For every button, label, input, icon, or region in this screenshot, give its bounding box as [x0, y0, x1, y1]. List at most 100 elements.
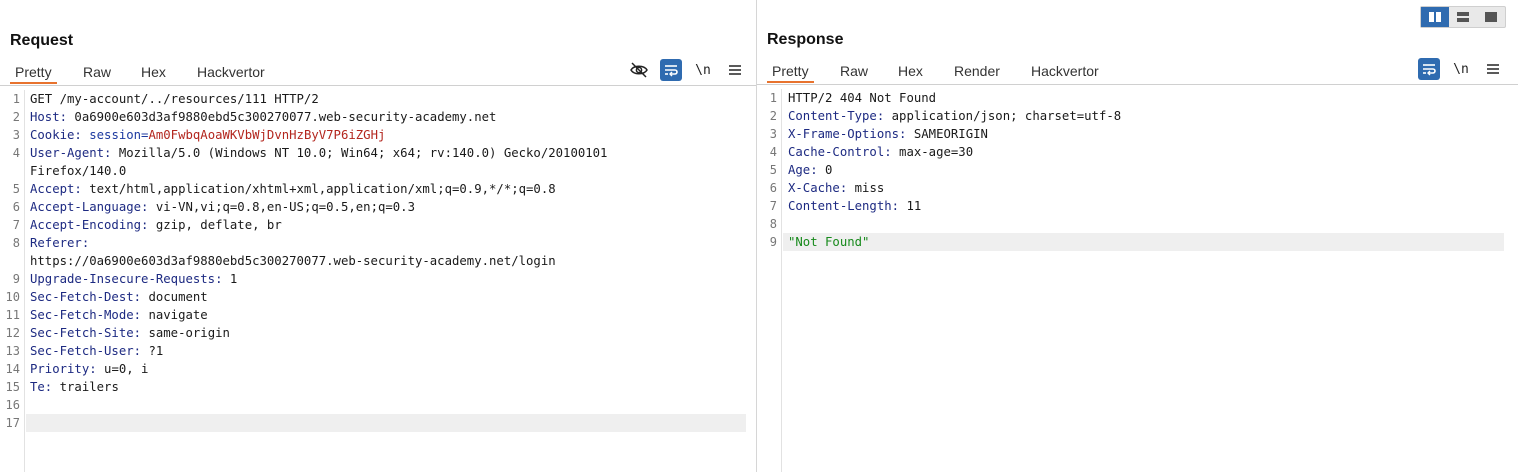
header-value: document: [141, 290, 208, 304]
header-name: Age:: [788, 163, 818, 177]
header-value: application/json; charset=utf-8: [884, 109, 1122, 123]
header-value: 0: [817, 163, 833, 177]
header-line: Accept-Language: vi-VN,vi;q=0.8,en-US;q=…: [30, 198, 415, 216]
header-name: X-Cache:: [788, 181, 848, 195]
request-tabs-divider: [0, 85, 756, 86]
header-name: Sec-Fetch-User:: [30, 344, 142, 358]
header-name: X-Frame-Options:: [788, 127, 907, 141]
line-number: 5: [769, 163, 777, 177]
response-pane: Response Pretty Raw Hex Render Hackverto…: [757, 0, 1518, 472]
header-line: Priority: u=0, i: [30, 360, 148, 378]
response-tab-hex[interactable]: Hex: [893, 60, 928, 83]
request-tab-hackvertor[interactable]: Hackvertor: [192, 61, 270, 84]
request-line-wrap: Firefox/140.0: [0, 162, 746, 180]
single-pane-icon[interactable]: [1477, 7, 1505, 27]
request-line: 10 Sec-Fetch-Dest: document: [0, 288, 746, 306]
request-editor[interactable]: 1 GET /my-account/../resources/111 HTTP/…: [0, 90, 746, 472]
request-line: 15 Te: trailers: [0, 378, 746, 396]
request-line: 3 Cookie: session=Am0FwbqAoaWKVbWjDvnHzB…: [0, 126, 746, 144]
line-number: 11: [5, 308, 20, 322]
request-line-wrap: https://0a6900e603d3af9880ebd5c300270077…: [0, 252, 746, 270]
request-tab-raw[interactable]: Raw: [78, 61, 116, 84]
header-value: navigate: [141, 308, 208, 322]
line-number: 10: [5, 290, 20, 304]
line-number: 4: [12, 146, 20, 160]
line-number: 14: [5, 362, 20, 376]
request-tab-hex[interactable]: Hex: [136, 61, 171, 84]
menu-icon[interactable]: [724, 59, 746, 81]
response-tabs-divider: [757, 84, 1518, 85]
status-line: HTTP/2 404 Not Found: [788, 91, 937, 105]
request-pane: Request Pretty Raw Hex Hackvertor \n 1 G…: [0, 0, 756, 472]
header-line: Sec-Fetch-Dest: document: [30, 288, 208, 306]
menu-icon[interactable]: [1482, 58, 1504, 80]
newline-toggle-button[interactable]: \n: [692, 59, 714, 81]
response-line: 4 Cache-Control: max-age=30: [757, 143, 1504, 161]
header-line: Accept-Encoding: gzip, deflate, br: [30, 216, 282, 234]
newline-toggle-button[interactable]: \n: [1450, 58, 1472, 80]
request-line: 12 Sec-Fetch-Site: same-origin: [0, 324, 746, 342]
response-line: 7 Content-Length: 11: [757, 197, 1504, 215]
header-line: https://0a6900e603d3af9880ebd5c300270077…: [30, 252, 556, 270]
header-value: trailers: [52, 380, 119, 394]
header-name: Te:: [30, 380, 53, 394]
response-editor[interactable]: 1 HTTP/2 404 Not Found 2 Content-Type: a…: [757, 89, 1504, 472]
line-number: 9: [769, 235, 777, 249]
layout-toggle-group: [1420, 6, 1506, 28]
header-line: Upgrade-Insecure-Requests: 1: [30, 270, 237, 288]
header-name: Content-Type:: [788, 109, 885, 123]
response-line: 1 HTTP/2 404 Not Found: [757, 89, 1504, 107]
request-line: 16: [0, 396, 746, 414]
request-line: 13 Sec-Fetch-User: ?1: [0, 342, 746, 360]
response-line: 2 Content-Type: application/json; charse…: [757, 107, 1504, 125]
header-name: Cookie:: [30, 128, 82, 142]
response-tab-pretty[interactable]: Pretty: [767, 60, 814, 83]
header-value: 0a6900e603d3af9880ebd5c300270077.web-sec…: [67, 110, 497, 124]
header-name: Cache-Control:: [788, 145, 892, 159]
header-value: miss: [847, 181, 885, 195]
header-value: max-age=30: [891, 145, 974, 159]
json-string: "Not Found": [788, 235, 870, 249]
line-number: 13: [5, 344, 20, 358]
header-line: Age: 0: [788, 161, 832, 179]
header-name: Accept-Encoding:: [30, 218, 149, 232]
header-line: Accept: text/html,application/xhtml+xml,…: [30, 180, 556, 198]
header-value: 1: [222, 272, 238, 286]
request-line: 5 Accept: text/html,application/xhtml+xm…: [0, 180, 746, 198]
line-number: 17: [5, 416, 20, 430]
request-line: 6 Accept-Language: vi-VN,vi;q=0.8,en-US;…: [0, 198, 746, 216]
header-value: Firefox/140.0: [30, 164, 127, 178]
header-value: SAMEORIGIN: [906, 127, 988, 141]
header-line: Content-Length: 11: [788, 197, 921, 215]
request-line: 14 Priority: u=0, i: [0, 360, 746, 378]
header-name: Content-Length:: [788, 199, 900, 213]
header-line: Firefox/140.0: [30, 162, 126, 180]
request-tab-pretty[interactable]: Pretty: [10, 61, 57, 84]
header-value: Mozilla/5.0 (Windows NT 10.0; Win64; x64…: [111, 146, 608, 160]
header-line: Referer:: [30, 234, 89, 252]
hide-nonprintable-icon[interactable]: [628, 59, 650, 81]
line-number: 7: [12, 218, 20, 232]
body-line: "Not Found": [788, 233, 869, 251]
line-number: 2: [769, 109, 777, 123]
request-title: Request: [10, 32, 74, 49]
cookie-line: Cookie: session=Am0FwbqAoaWKVbWjDvnHzByV…: [30, 126, 385, 144]
header-line: Content-Type: application/json; charset=…: [788, 107, 1121, 125]
split-horizontal-icon[interactable]: [1449, 7, 1477, 27]
word-wrap-icon[interactable]: [1418, 58, 1440, 80]
word-wrap-icon[interactable]: [660, 59, 682, 81]
response-tab-raw[interactable]: Raw: [835, 60, 873, 83]
header-name: Sec-Fetch-Dest:: [30, 290, 142, 304]
request-line-text: GET /my-account/../resources/111 HTTP/2: [30, 92, 319, 106]
line-number: 6: [769, 181, 777, 195]
response-tab-hackvertor[interactable]: Hackvertor: [1026, 60, 1104, 83]
response-title: Response: [767, 31, 844, 48]
header-line: Te: trailers: [30, 378, 119, 396]
header-name: Host:: [30, 110, 68, 124]
line-number: 7: [769, 199, 777, 213]
split-vertical-icon[interactable]: [1421, 7, 1449, 27]
line-number: 5: [12, 182, 20, 196]
request-line: 11 Sec-Fetch-Mode: navigate: [0, 306, 746, 324]
response-tab-render[interactable]: Render: [949, 60, 1005, 83]
line-number: 8: [769, 217, 777, 231]
